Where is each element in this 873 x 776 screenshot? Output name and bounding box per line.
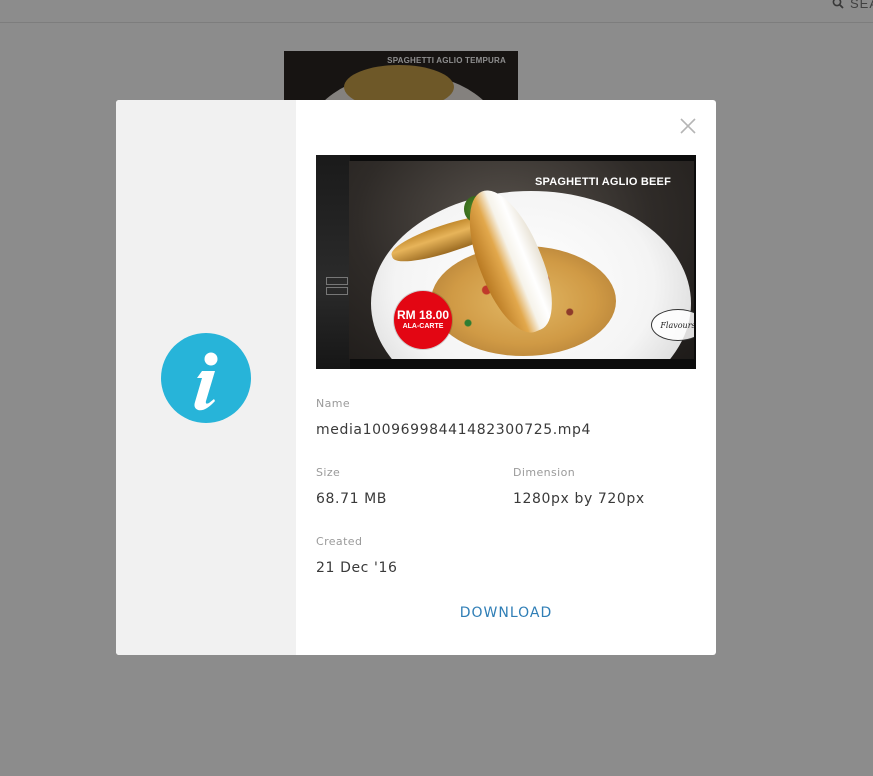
close-icon [680, 118, 696, 134]
video-preview: SPAGHETTI AGLIO BEEF RM 18.00 ALA-CARTE … [316, 155, 696, 369]
info-icon [161, 333, 251, 423]
preview-mini-label [326, 287, 348, 295]
dimension-label: Dimension [513, 466, 576, 479]
preview-title: SPAGHETTI AGLIO BEEF [534, 176, 671, 188]
price-amount: RM 18.00 [396, 308, 450, 322]
media-info-modal: SPAGHETTI AGLIO BEEF RM 18.00 ALA-CARTE … [116, 100, 716, 655]
download-button[interactable]: DOWNLOAD [316, 602, 696, 624]
preview-side-strip [316, 155, 350, 369]
preview-mini-label [326, 277, 348, 285]
size-label: Size [316, 466, 341, 479]
modal-sidebar [116, 100, 296, 655]
size-value: 68.71 MB [316, 491, 388, 507]
name-label: Name [316, 397, 351, 410]
preview-scene: SPAGHETTI AGLIO BEEF RM 18.00 ALA-CARTE … [349, 161, 694, 359]
name-value: media10096998441482300725.mp4 [316, 422, 592, 438]
close-button[interactable] [679, 117, 697, 135]
price-badge: RM 18.00 ALA-CARTE [394, 291, 452, 349]
price-subtitle: ALA-CARTE [402, 323, 444, 330]
dimension-value: 1280px by 720px [513, 491, 645, 507]
preview-logo-text: Flavours [660, 320, 694, 330]
created-value: 21 Dec '16 [316, 560, 398, 576]
created-label: Created [316, 535, 363, 548]
